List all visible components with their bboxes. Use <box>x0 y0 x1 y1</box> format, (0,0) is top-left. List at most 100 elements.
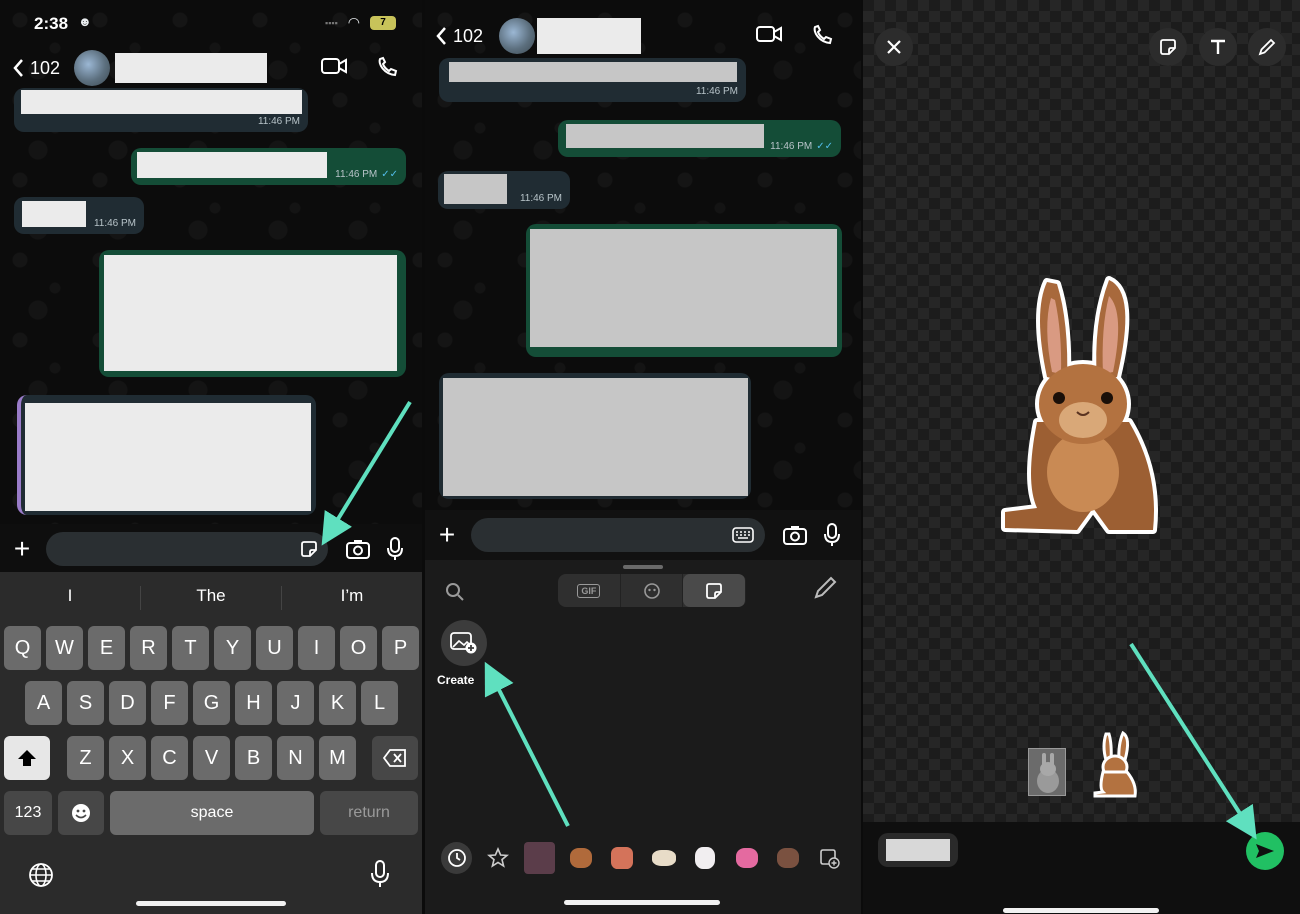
key[interactable]: E <box>88 626 125 670</box>
contact-avatar[interactable] <box>499 18 536 54</box>
numbers-key[interactable]: 123 <box>4 791 52 835</box>
message-input[interactable] <box>46 532 328 566</box>
message-bubble-out[interactable] <box>99 250 406 377</box>
camera-icon[interactable] <box>346 539 370 559</box>
backspace-key[interactable] <box>372 736 418 780</box>
sticker-pack-thumbnail[interactable] <box>772 842 803 874</box>
key[interactable]: K <box>319 681 356 725</box>
key[interactable]: H <box>235 681 272 725</box>
keyboard: I The I’m Q W E R T Y U I O P A S D F G … <box>0 572 422 914</box>
camera-icon[interactable] <box>783 525 807 545</box>
return-key[interactable]: return <box>320 791 418 835</box>
sticker-button[interactable] <box>298 538 320 560</box>
edit-pencil-icon[interactable] <box>811 574 839 602</box>
key[interactable]: U <box>256 626 293 670</box>
microphone-icon[interactable] <box>386 537 404 561</box>
message-input[interactable] <box>471 518 765 552</box>
shift-key[interactable] <box>4 736 50 780</box>
message-bubble-in[interactable] <box>439 373 751 499</box>
sticker-thumbnail-cutout[interactable] <box>1091 730 1139 798</box>
key[interactable]: I <box>298 626 335 670</box>
tab-gif[interactable]: GIF <box>558 574 621 607</box>
key[interactable]: G <box>193 681 230 725</box>
add-sticker-button[interactable] <box>1149 28 1187 66</box>
key[interactable]: V <box>193 736 230 780</box>
contact-name-redacted[interactable] <box>537 18 642 54</box>
voice-call-icon[interactable] <box>811 24 833 46</box>
close-button[interactable] <box>875 28 913 66</box>
key[interactable]: W <box>46 626 83 670</box>
video-call-icon[interactable] <box>320 56 348 76</box>
message-bubble-out[interactable]: 11:46 PM ✓✓ <box>131 148 406 185</box>
recent-pack[interactable] <box>441 842 473 874</box>
sticker-pack-thumbnail[interactable] <box>607 842 638 874</box>
sticker-thumbnail-original[interactable] <box>1028 748 1066 796</box>
draw-button[interactable] <box>1248 28 1286 66</box>
key[interactable]: R <box>130 626 167 670</box>
key[interactable]: T <box>172 626 209 670</box>
contact-avatar[interactable] <box>74 50 111 86</box>
key[interactable]: P <box>382 626 419 670</box>
key[interactable]: O <box>340 626 377 670</box>
drag-handle[interactable] <box>623 565 663 569</box>
home-indicator <box>1003 908 1159 913</box>
tab-avatar[interactable] <box>621 574 684 607</box>
message-bubble-in[interactable] <box>17 395 316 515</box>
key[interactable]: D <box>109 681 146 725</box>
sticker-pack-thumbnail[interactable] <box>731 842 762 874</box>
back-button[interactable]: 102 <box>12 58 60 79</box>
message-bubble-out[interactable] <box>526 224 842 357</box>
keyboard-toggle-button[interactable] <box>731 526 755 544</box>
dictation-mic-icon[interactable] <box>370 860 390 888</box>
wifi-icon: ◠ <box>347 14 360 30</box>
key[interactable]: B <box>235 736 272 780</box>
key[interactable]: M <box>319 736 356 780</box>
sticker-pack-thumbnail[interactable] <box>648 842 679 874</box>
back-button[interactable]: 102 <box>435 26 483 47</box>
message-bubble-in[interactable]: 11:46 PM <box>438 171 570 209</box>
key[interactable]: Y <box>214 626 251 670</box>
key[interactable]: Z <box>67 736 104 780</box>
read-ticks-icon: ✓✓ <box>816 141 833 152</box>
video-call-icon[interactable] <box>755 24 783 44</box>
key[interactable]: L <box>361 681 398 725</box>
key[interactable]: N <box>277 736 314 780</box>
add-sticker-pack-button[interactable] <box>814 842 845 874</box>
key[interactable]: J <box>277 681 314 725</box>
microphone-icon[interactable] <box>823 523 841 547</box>
rabbit-sticker[interactable] <box>997 272 1165 540</box>
gif-label: GIF <box>577 583 601 598</box>
contact-name-redacted[interactable] <box>115 53 268 83</box>
voice-call-icon[interactable] <box>376 56 398 78</box>
key[interactable]: F <box>151 681 188 725</box>
tab-stickers[interactable] <box>683 574 746 607</box>
favorites-pack[interactable] <box>482 842 513 874</box>
attach-plus-icon[interactable]: + <box>0 533 44 565</box>
key[interactable]: S <box>67 681 104 725</box>
emoji-key[interactable] <box>58 791 104 835</box>
search-icon[interactable] <box>445 582 465 602</box>
message-bubble-in[interactable]: 11:46 PM <box>14 88 308 132</box>
suggestion-item[interactable]: The <box>141 586 282 610</box>
key[interactable]: A <box>25 681 62 725</box>
globe-icon[interactable] <box>28 862 54 888</box>
sticker-pack-thumbnail[interactable] <box>689 842 720 874</box>
chevron-left-icon <box>436 27 446 45</box>
message-bubble-out[interactable]: 11:46 PM ✓✓ <box>558 120 841 157</box>
message-bubble-in[interactable]: 11:46 PM <box>439 58 746 102</box>
key[interactable]: C <box>151 736 188 780</box>
suggestion-item[interactable]: I <box>0 586 141 610</box>
sticker-pack-thumbnail[interactable] <box>565 842 596 874</box>
add-text-button[interactable] <box>1199 28 1237 66</box>
message-time: 11:46 PM <box>770 141 813 152</box>
send-button[interactable] <box>1246 832 1284 870</box>
recipient-chip[interactable] <box>878 833 958 867</box>
sticker-pack-thumbnail[interactable] <box>523 842 556 874</box>
key[interactable]: X <box>109 736 146 780</box>
attach-plus-icon[interactable]: + <box>425 519 469 551</box>
message-bubble-in[interactable]: 11:46 PM <box>14 197 144 234</box>
key[interactable]: Q <box>4 626 41 670</box>
create-sticker-button[interactable] <box>441 620 487 666</box>
space-key[interactable]: space <box>110 791 314 835</box>
suggestion-item[interactable]: I’m <box>282 586 422 610</box>
